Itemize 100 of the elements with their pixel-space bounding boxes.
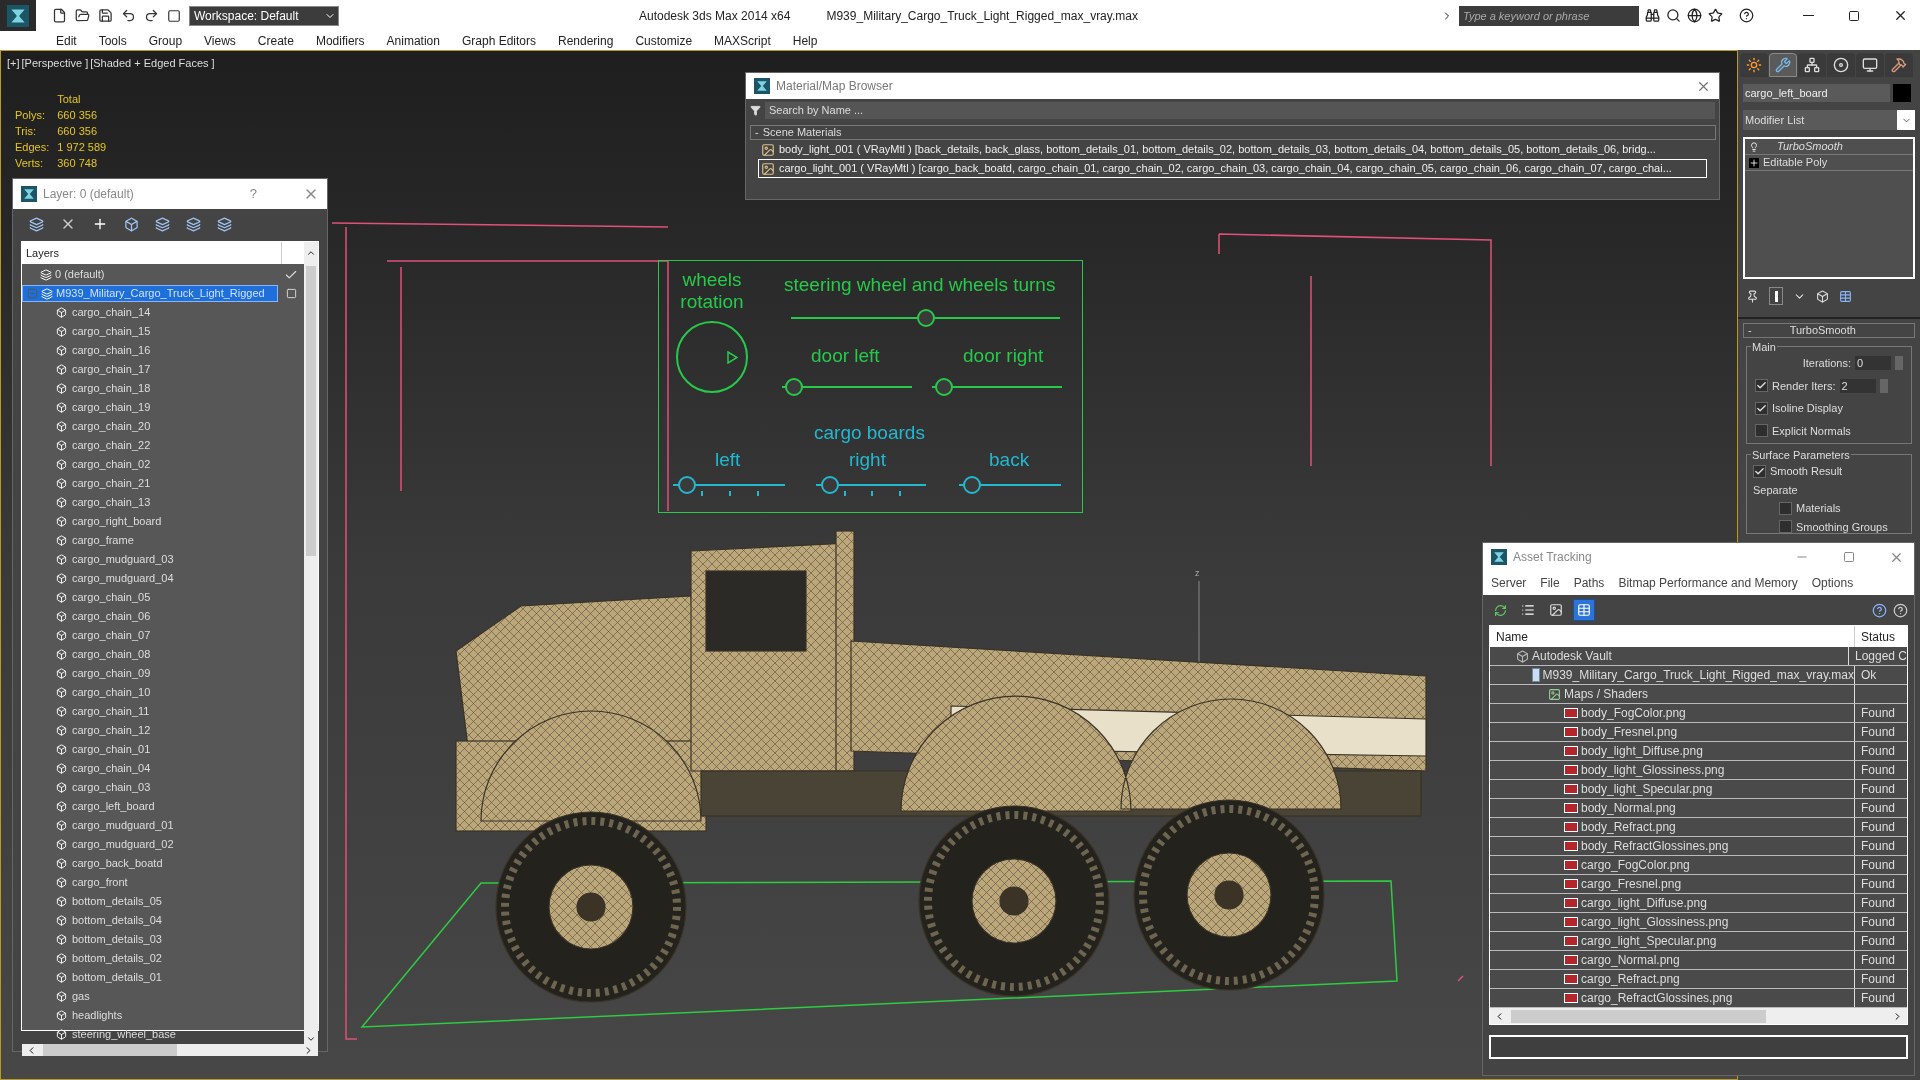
menu-item[interactable]: Server — [1491, 574, 1527, 592]
asset-name-cell[interactable]: Autodesk Vault — [1490, 647, 1849, 666]
asset-name-cell[interactable]: body_FogColor.png — [1490, 704, 1855, 723]
scrollbar-thumb[interactable] — [306, 266, 316, 556]
layer-object-row[interactable]: bottom_details_02 — [22, 949, 222, 968]
asset-name-cell[interactable]: body_light_Glossiness.png — [1490, 761, 1855, 780]
menu-item[interactable]: Views — [204, 31, 236, 50]
pin-stack-icon[interactable] — [1746, 289, 1759, 303]
asset-name-cell[interactable]: body_light_Diffuse.png — [1490, 742, 1855, 761]
layer-object-row[interactable]: cargo_chain_17 — [22, 360, 222, 379]
layer-object-row[interactable]: cargo_back_boatd — [22, 854, 222, 873]
asset-name-cell[interactable]: cargo_light_Specular.png — [1490, 932, 1855, 951]
asset-name-cell[interactable]: Maps / Shaders — [1490, 685, 1855, 704]
asset-name-cell[interactable]: cargo_light_Glossiness.png — [1490, 913, 1855, 932]
table-view-button[interactable] — [1573, 599, 1595, 621]
layer-object-row[interactable]: headlights — [22, 1006, 222, 1025]
menu-item[interactable]: Group — [148, 31, 183, 50]
layer-object-row[interactable]: cargo_mudguard_04 — [22, 569, 222, 588]
viewport-label[interactable]: [+] — [7, 55, 20, 72]
scrollbar-thumb[interactable] — [43, 1044, 177, 1056]
vertical-scrollbar[interactable] — [304, 264, 318, 1044]
material-row[interactable]: cargo_light_001 ( VRayMtl ) [cargo_back_boatd, cargo_chain_01, cargo_chain_02, cargo_chain_03, cargo_chain_04, cargo_chain_05, cargo_chain_06, cargo_chain_07, cargo_chai... — [758, 159, 1707, 178]
layer-object-row[interactable]: bottom_details_01 — [22, 968, 222, 987]
menu-item[interactable]: Options — [1811, 574, 1854, 592]
slider-handle[interactable] — [785, 378, 804, 396]
freeze-layers-icon[interactable] — [217, 216, 232, 232]
expand-icon[interactable] — [1749, 157, 1759, 168]
layer-object-row[interactable]: cargo_chain_03 — [22, 778, 222, 797]
material-row[interactable]: body_light_001 ( VRayMtl ) [back_details, back_glass, bottom_details_01, bottom_details_02, bottom_details_03, bottom_details_04, bottom_details_05, bottom_details_06, bridg... — [758, 140, 1707, 159]
save-icon[interactable] — [98, 8, 113, 23]
configure-sets-icon[interactable] — [1839, 289, 1852, 303]
viewport-label[interactable]: [Shaded + Edged Faces ] — [90, 55, 215, 72]
checkbox[interactable] — [1779, 520, 1792, 534]
slider-handle[interactable] — [963, 476, 982, 494]
lightbulb-icon[interactable] — [1749, 141, 1759, 152]
asset-name-cell[interactable]: cargo_Refract.png — [1490, 970, 1855, 989]
layer-row[interactable]: M939_Military_Cargo_Truck_Light_Rigged — [22, 285, 278, 302]
layer-object-row[interactable]: cargo_chain_08 — [22, 645, 222, 664]
workspace-dropdown[interactable]: Workspace: Default — [189, 5, 339, 26]
menu-item[interactable]: Paths — [1573, 574, 1605, 592]
layer-object-row[interactable]: cargo_chain_05 — [22, 588, 222, 607]
menu-item[interactable]: MAXScript — [714, 31, 771, 50]
slider-handle[interactable] — [820, 476, 839, 494]
layer-object-row[interactable]: cargo_mudguard_01 — [22, 816, 222, 835]
object-name-field[interactable]: cargo_left_board — [1743, 84, 1890, 102]
render-iters-field[interactable]: 2 — [1839, 378, 1876, 393]
menu-item[interactable]: Edit — [56, 31, 77, 50]
asset-name-cell[interactable]: cargo_RefractGlossines.png — [1490, 989, 1855, 1008]
layer-object-row[interactable]: cargo_chain_06 — [22, 607, 222, 626]
layer-object-row[interactable]: cargo_chain_19 — [22, 398, 222, 417]
layer-object-row[interactable]: cargo_mudguard_02 — [22, 835, 222, 854]
rotation-dial[interactable] — [676, 321, 748, 393]
help-button[interactable]: ? — [249, 184, 257, 204]
layer-object-row[interactable]: cargo_right_board — [22, 512, 222, 531]
modifier-stack-item[interactable]: TurboSmooth — [1745, 139, 1913, 155]
layer-object-row[interactable]: cargo_chain_10 — [22, 683, 222, 702]
rollout-header[interactable]: - TurboSmooth — [1743, 323, 1915, 338]
star-icon[interactable] — [1708, 8, 1723, 23]
asset-name-cell[interactable]: body_Fresnel.png — [1490, 723, 1855, 742]
scroll-right-icon[interactable] — [1892, 1010, 1903, 1022]
layer-object-row[interactable]: cargo_chain_01 — [22, 740, 222, 759]
layer-object-row[interactable]: cargo_chain_15 — [22, 322, 222, 341]
menu-item[interactable]: Rendering — [558, 31, 614, 50]
layer-object-row[interactable]: cargo_chain_04 — [22, 759, 222, 778]
menu-item[interactable]: Graph Editors — [461, 31, 536, 50]
modifier-list-dropdown[interactable]: Modifier List — [1743, 110, 1915, 130]
layer-object-row[interactable]: cargo_chain_20 — [22, 417, 222, 436]
column-header[interactable]: Name — [1490, 626, 1855, 648]
asset-name-cell[interactable]: M939_Military_Cargo_Truck_Light_Rigged_max_vray.max — [1490, 666, 1855, 685]
layer-object-row[interactable]: cargo_chain_09 — [22, 664, 222, 683]
undo-icon[interactable] — [121, 8, 136, 23]
application-menu-button[interactable] — [0, 0, 36, 31]
menu-item[interactable]: Tools — [98, 31, 127, 50]
search-icon[interactable] — [1666, 8, 1681, 23]
layer-object-row[interactable]: cargo_chain_02 — [22, 455, 222, 474]
layer-object-row[interactable]: bottom_details_05 — [22, 892, 222, 911]
horizontal-scrollbar[interactable] — [1490, 1008, 1907, 1024]
asset-name-cell[interactable]: body_Refract.png — [1490, 818, 1855, 837]
menu-item[interactable]: Animation — [386, 31, 440, 50]
iterations-field[interactable]: 0 — [1855, 356, 1891, 371]
layer-object-row[interactable]: cargo_chain_13 — [22, 493, 222, 512]
layer-object-row[interactable]: cargo_chain_22 — [22, 436, 222, 455]
layer-object-row[interactable]: cargo_chain_07 — [22, 626, 222, 645]
layer-object-row[interactable]: cargo_chain_11 — [22, 702, 222, 721]
layer-object-row[interactable]: cargo_frame — [22, 531, 222, 550]
modifier-stack-item[interactable]: Editable Poly — [1745, 155, 1913, 171]
menu-item[interactable]: Help — [792, 31, 818, 50]
layer-object-row[interactable]: cargo_chain_16 — [22, 341, 222, 360]
asset-name-cell[interactable]: body_light_Specular.png — [1490, 780, 1855, 799]
globe-icon[interactable] — [1687, 8, 1702, 23]
display-tab[interactable] — [1856, 53, 1884, 77]
checkbox[interactable] — [1779, 501, 1792, 515]
scroll-down-icon[interactable] — [306, 1034, 316, 1044]
utilities-tab[interactable] — [1885, 53, 1913, 77]
checkbox[interactable] — [1755, 379, 1768, 393]
layer-object-row[interactable]: cargo_chain_21 — [22, 474, 222, 493]
checkbox[interactable] — [1755, 424, 1768, 438]
layer-object-row[interactable]: cargo_left_board — [22, 797, 222, 816]
menu-item[interactable]: Create — [257, 31, 294, 50]
maximize-icon[interactable] — [1843, 551, 1855, 563]
